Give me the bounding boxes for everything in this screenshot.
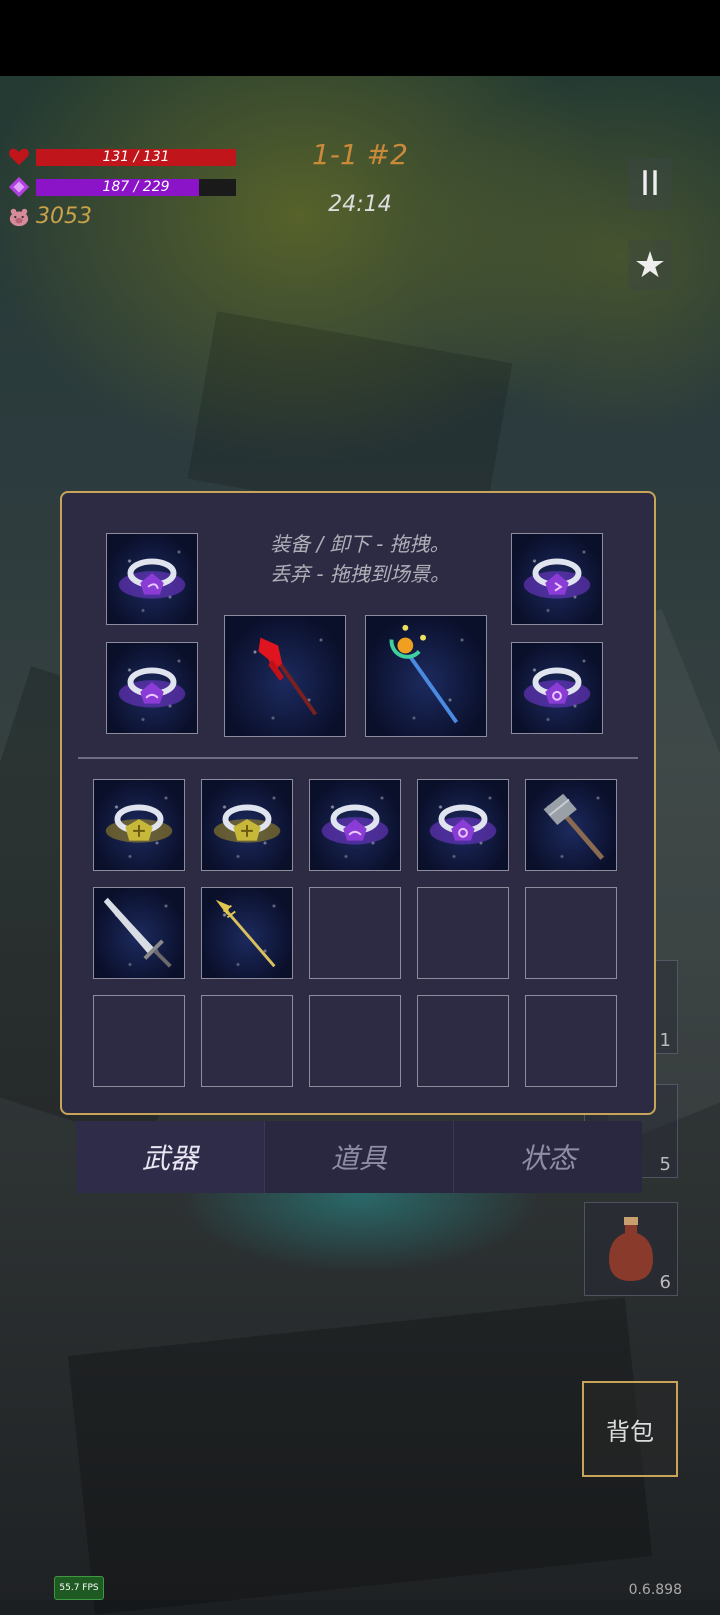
- ring-gold-cross-icon: [105, 804, 173, 843]
- tab-status[interactable]: 状态: [453, 1121, 642, 1193]
- equip-slot-weapon-off[interactable]: [365, 615, 487, 737]
- backpack-slot-empty[interactable]: [309, 887, 401, 979]
- ring-purple-spiral-icon: [429, 804, 497, 845]
- quick-slot-count: 1: [659, 1030, 671, 1051]
- version-label: 0.6.898: [628, 1582, 682, 1598]
- ring-purple-swirl-icon: [118, 667, 186, 708]
- sword-icon: [103, 897, 172, 968]
- tab-items[interactable]: 道具: [264, 1121, 453, 1193]
- backpack-slot-empty[interactable]: [201, 995, 293, 1087]
- backpack-slot-empty[interactable]: [417, 887, 509, 979]
- equip-slot-ring[interactable]: [511, 642, 603, 734]
- ring-purple-crescent-icon: [118, 558, 186, 599]
- tab-weapons[interactable]: 武器: [76, 1121, 264, 1193]
- equip-slot-ring[interactable]: [106, 642, 198, 734]
- ring-purple-spiral-icon: [523, 667, 591, 708]
- rock-shape: [67, 1297, 653, 1615]
- status-bar: [0, 0, 720, 76]
- backpack-slot[interactable]: [201, 779, 293, 871]
- fps-counter: 55.7 FPS: [54, 1576, 104, 1600]
- ring-purple-rune-icon: [523, 558, 591, 599]
- backpack-slot-empty[interactable]: [309, 995, 401, 1087]
- ring-purple-swirl-icon: [321, 804, 389, 845]
- hammer-icon: [543, 793, 605, 860]
- red-spear-icon: [258, 637, 318, 716]
- backpack-slot[interactable]: [525, 779, 617, 871]
- backpack-slot[interactable]: [417, 779, 509, 871]
- backpack-slot-empty[interactable]: [525, 887, 617, 979]
- quick-slot[interactable]: 6: [584, 1202, 678, 1296]
- equipment-panel: 装备 / 卸下 - 拖拽。 丢弃 - 拖拽到场景。: [60, 491, 656, 1115]
- backpack-slot-empty[interactable]: [93, 995, 185, 1087]
- star-icon: ★: [633, 244, 667, 286]
- backpack-slot[interactable]: [93, 779, 185, 871]
- backpack-button[interactable]: 背包: [582, 1381, 678, 1477]
- equip-slot-ring[interactable]: [511, 533, 603, 625]
- quick-slot-count: 6: [659, 1272, 671, 1293]
- backpack-slot-empty[interactable]: [525, 995, 617, 1087]
- backpack-slot[interactable]: [201, 887, 293, 979]
- quick-slot-count: 5: [659, 1154, 671, 1175]
- ring-gold-cross-icon: [213, 804, 281, 843]
- backpack-slot-empty[interactable]: [417, 995, 509, 1087]
- pause-icon: II: [639, 164, 661, 204]
- category-tabs: 武器 道具 状态: [76, 1121, 642, 1193]
- panel-divider: [78, 757, 638, 759]
- celestial-staff-icon: [389, 624, 459, 724]
- run-timer: 24:14: [328, 192, 392, 217]
- pause-button[interactable]: II: [628, 158, 672, 210]
- golden-spear-icon: [215, 899, 276, 968]
- backpack-slot[interactable]: [93, 887, 185, 979]
- equip-slot-weapon-main[interactable]: [224, 615, 346, 737]
- backpack-slot[interactable]: [309, 779, 401, 871]
- equip-slot-ring[interactable]: [106, 533, 198, 625]
- favorite-star-button[interactable]: ★: [628, 240, 672, 290]
- stage-title: 1-1 #2: [312, 138, 408, 171]
